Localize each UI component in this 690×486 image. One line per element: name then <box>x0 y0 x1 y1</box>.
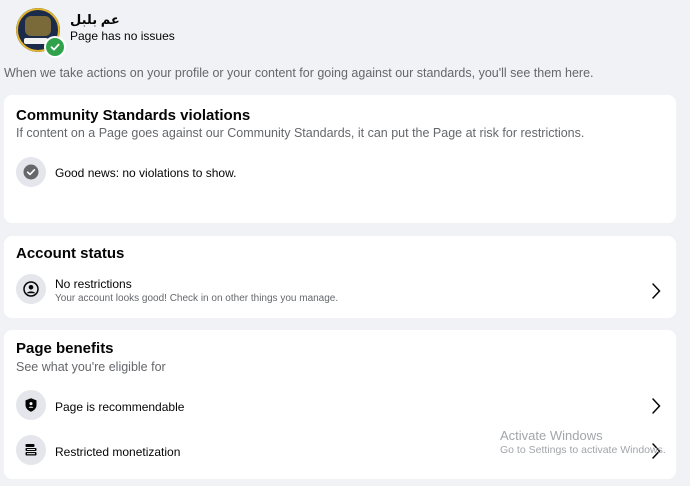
watermark-title: Activate Windows <box>500 428 603 443</box>
page-benefits-subtitle: See what you're eligible for <box>16 360 166 374</box>
benefit-label: Restricted monetization <box>55 445 181 459</box>
watermark-subtitle: Go to Settings to activate Windows. <box>500 444 666 456</box>
account-status-row[interactable]: No restrictions Your account looks good!… <box>4 270 676 310</box>
avatar-image <box>25 16 51 36</box>
violations-title: Community Standards violations <box>16 107 251 124</box>
account-status-sub: Your account looks good! Check in on oth… <box>55 293 339 304</box>
check-circle-icon <box>16 157 46 187</box>
page-status: Page has no issues <box>70 29 175 43</box>
page-benefits-card: Page benefits See what you're eligible f… <box>4 330 676 479</box>
violations-subtitle: If content on a Page goes against our Co… <box>16 126 585 140</box>
account-status-card: Account status No restrictions Your acco… <box>4 236 676 318</box>
money-icon <box>16 435 46 465</box>
page-benefits-title: Page benefits <box>16 340 114 357</box>
chevron-right-icon <box>652 283 661 299</box>
check-badge-icon <box>44 36 66 58</box>
violations-message: Good news: no violations to show. <box>55 166 237 180</box>
account-status-label: No restrictions <box>55 277 132 291</box>
page-name: عم بلبل <box>70 12 120 27</box>
chevron-right-icon <box>652 398 661 414</box>
benefit-item-recommendable[interactable]: Page is recommendable <box>4 386 676 426</box>
intro-text: When we take actions on your profile or … <box>4 66 594 80</box>
profile-icon <box>16 274 46 304</box>
benefit-label: Page is recommendable <box>55 400 185 414</box>
windows-activation-watermark: Activate Windows Go to Settings to activ… <box>500 428 666 456</box>
account-status-title: Account status <box>16 245 125 262</box>
shield-icon <box>16 390 46 420</box>
violations-card: Community Standards violations If conten… <box>4 95 676 223</box>
